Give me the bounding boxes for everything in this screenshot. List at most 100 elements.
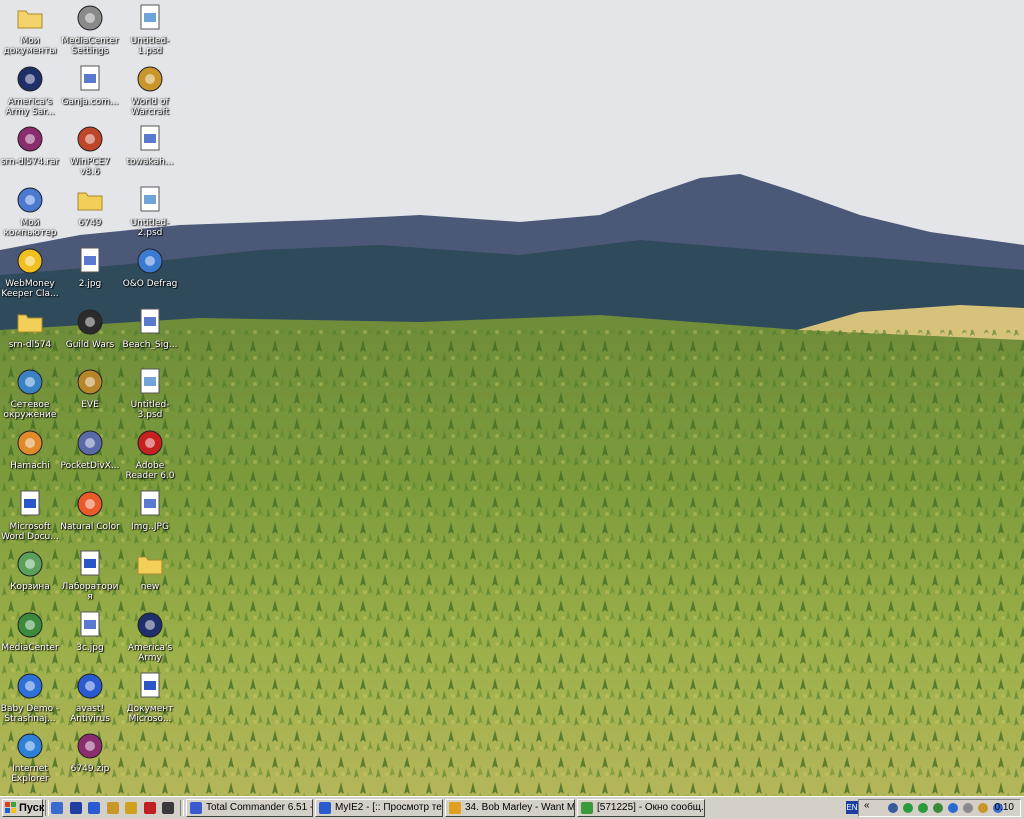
americas-army-icon [17, 66, 43, 92]
desktop-icon[interactable]: MediaCenter Settings [60, 2, 120, 60]
desktop-icon[interactable]: MediaCenter [0, 609, 60, 667]
desktop-icon-label: Сетевое окружение [3, 400, 57, 421]
language-indicator[interactable]: EN [846, 801, 858, 814]
desktop-icon[interactable]: Guild Wars [60, 306, 120, 364]
hamachi-tray-icon[interactable] [917, 802, 929, 814]
guild-wars-icon [77, 309, 103, 334]
image-file-icon [80, 247, 100, 273]
network-connection-icon[interactable] [902, 802, 914, 814]
browser-icon[interactable] [86, 800, 102, 816]
winrar-archive-icon [17, 126, 43, 152]
desktop-icon-label: Natural Color [60, 521, 120, 532]
winrar-archive-icon [77, 733, 103, 759]
volume-icon[interactable] [977, 802, 989, 814]
desktop-icon[interactable]: avast! Antivirus [60, 670, 120, 728]
network-connection-icon[interactable] [887, 802, 899, 814]
desktop-icon-label: WinPCE7 v8.6 [69, 157, 111, 178]
desktop-icon[interactable]: O&O Defrag [120, 245, 180, 303]
icq-tray-icon[interactable] [932, 802, 944, 814]
desktop-icon-label: Untitled-3.psd [130, 400, 170, 421]
taskbar-task-button[interactable]: MyIE2 - [:: Просмотр те... [315, 799, 443, 817]
desktop-icon[interactable]: 6749 [60, 184, 120, 242]
task-label: 34. Bob Marley - Want M... [465, 802, 575, 813]
desktop-icon[interactable]: Ganja.com... [60, 63, 120, 121]
desktop-icon[interactable]: towakah... [120, 123, 180, 181]
desktop-icon-label: srn-dl574 [8, 339, 52, 350]
desktop-icon[interactable]: America's Army Sar... [0, 63, 60, 121]
desktop-icon[interactable]: 6749.zip [60, 730, 120, 788]
desktop-icon[interactable]: Мои документы [0, 2, 60, 60]
desktop-icon-label: avast! Antivirus [70, 703, 110, 724]
image-file-icon [140, 125, 160, 151]
desktop-icon[interactable]: Img..JPG [120, 488, 180, 546]
desktop-icon-label: Hamachi [10, 460, 50, 471]
taskbar-task-button[interactable]: 34. Bob Marley - Want M... [445, 799, 575, 817]
start-label: Пуск [19, 802, 45, 814]
desktop-icon[interactable]: Untitled-2.psd [120, 184, 180, 242]
desktop-icon[interactable]: srn-dl574 [0, 306, 60, 364]
word-document-icon [20, 490, 40, 516]
adobe-reader-icon [137, 430, 163, 456]
desktop-icon[interactable]: Untitled-1.psd [120, 2, 180, 60]
clock[interactable]: 0:10 [995, 800, 1014, 816]
desktop-icon-label: 6749 [78, 218, 102, 229]
desktop-icon[interactable]: Adobe Reader 6.0 CE [120, 427, 180, 485]
desktop-icon[interactable]: 2.jpg [60, 245, 120, 303]
folder-icon [77, 192, 103, 211]
desktop-icon[interactable]: Untitled-3.psd [120, 366, 180, 424]
desktop-icon[interactable]: Internet Explorer [0, 730, 60, 788]
antivirus-tray-icon[interactable] [962, 802, 974, 814]
webmoney-tray-icon[interactable] [947, 802, 959, 814]
desktop-icon[interactable]: Beach_Sig... [120, 306, 180, 364]
desktop-icon-label: MediaCenter [1, 643, 59, 653]
desktop-icon[interactable]: WinPCE7 v8.6 [60, 123, 120, 181]
desktop-icon[interactable]: America's Army [120, 609, 180, 667]
my-computer-icon [17, 187, 43, 213]
image-file-icon [140, 308, 160, 333]
desktop-icon[interactable]: Baby Demo - Strashnaj... [0, 670, 60, 728]
myie2-icon [319, 802, 331, 814]
save-icon[interactable] [68, 800, 84, 816]
desktop-icon[interactable]: PocketDivX... [60, 427, 120, 485]
recycle-bin-icon [17, 551, 43, 577]
taskbar-task-button[interactable]: Total Commander 6.51 - ... [186, 799, 313, 817]
desktop-icon[interactable]: srn-dl574.rar [0, 123, 60, 181]
defrag-icon [137, 248, 163, 274]
desktop-icon[interactable]: Microsoft Word Docu... [0, 488, 60, 546]
app-icon[interactable] [142, 800, 158, 816]
desktop-icon[interactable]: EVE [60, 366, 120, 424]
desktop-icon[interactable]: 3c.jpg [60, 609, 120, 667]
desktop-icon[interactable]: WebMoney Keeper Cla... [0, 245, 60, 303]
desktop-icon[interactable]: Документ Microso... [120, 670, 180, 728]
americas-army-icon [137, 612, 163, 638]
desktop-icon[interactable]: Корзина [0, 548, 60, 606]
winamp-icon [449, 802, 461, 814]
desktop-icon[interactable]: Natural Color [60, 488, 120, 546]
people-icon[interactable] [105, 800, 121, 816]
desktop-icon[interactable]: Hamachi [0, 427, 60, 485]
mediacenter-icon [17, 612, 43, 638]
folder-icon [17, 314, 43, 332]
desktop-icon-label: PocketDivX... [60, 460, 120, 471]
installer-icon [77, 430, 103, 456]
tool-icon[interactable] [160, 800, 176, 816]
desktop-icon-label: Мой компьютер [3, 218, 57, 239]
start-button[interactable]: Пуск [2, 799, 45, 817]
show-desktop-icon[interactable] [49, 800, 65, 816]
pencil-icon[interactable] [123, 800, 139, 816]
desktop-icon[interactable]: Мой компьютер [0, 184, 60, 242]
desktop-icon-label: srn-dl574.rar [0, 157, 60, 168]
task-label: MyIE2 - [:: Просмотр те... [335, 802, 443, 813]
desktop-icon-label: Лаборатория персональн... [61, 582, 119, 603]
desktop-icon-label: Untitled-1.psd [130, 36, 170, 56]
desktop-icon[interactable]: Лаборатория персональн... [60, 548, 120, 606]
desktop-icon[interactable]: Сетевое окружение [0, 366, 60, 424]
desktop-icon-label: America's Army Sar... [5, 96, 55, 117]
desktop-icon-label: Internet Explorer [11, 764, 49, 785]
taskbar-separator [180, 800, 184, 816]
desktop-icon[interactable]: new [120, 548, 180, 606]
desktop-icon[interactable]: World of Warcraft [120, 63, 180, 121]
icq-message-icon [581, 802, 593, 814]
windows-logo-icon [5, 802, 16, 813]
taskbar-task-button[interactable]: [571225] - Окно сообщ... [577, 799, 705, 817]
